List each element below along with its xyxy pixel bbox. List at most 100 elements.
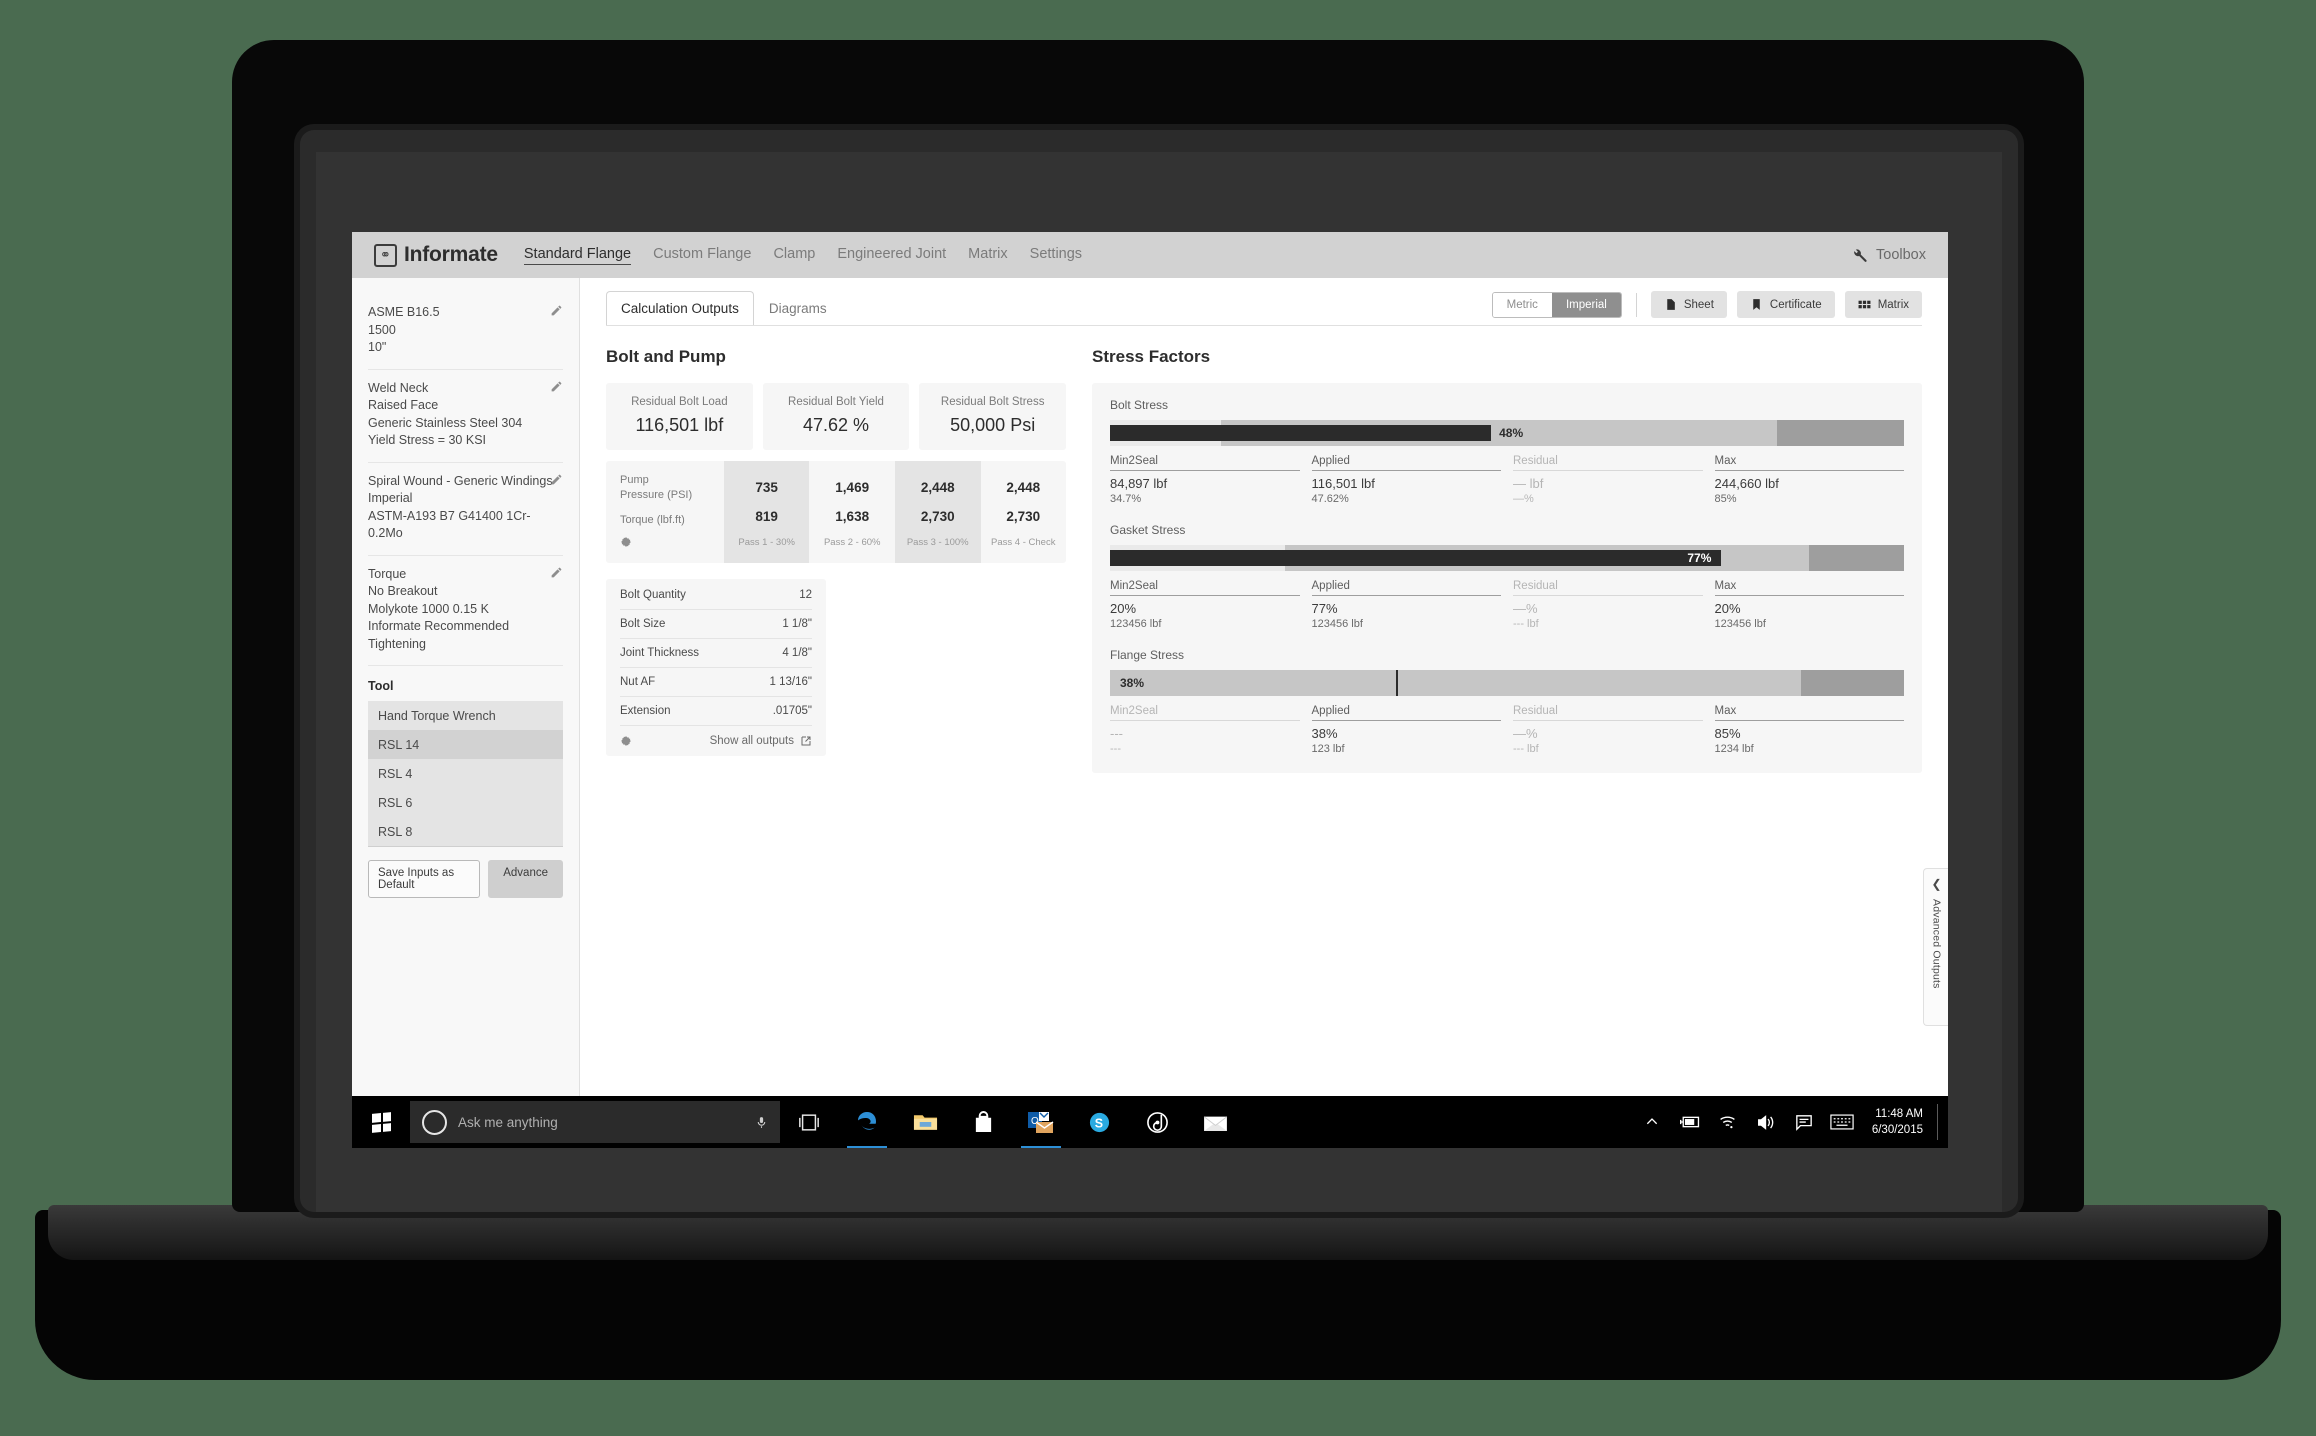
nav-item-standard-flange[interactable]: Standard Flange [524, 246, 631, 265]
taskbar-pinned-icons: O S [780, 1096, 1244, 1148]
cortana-circle-icon [422, 1110, 447, 1135]
file-explorer-icon[interactable] [896, 1096, 954, 1148]
mail-icon[interactable] [1186, 1096, 1244, 1148]
sidebar-section-torque: Torque No Breakout Molykote 1000 0.15 K … [368, 556, 563, 667]
nav-item-engineered-joint[interactable]: Engineered Joint [837, 246, 946, 264]
bar-percent-label: 38% [1120, 670, 1144, 696]
nav-item-clamp[interactable]: Clamp [773, 246, 815, 264]
output-label: Nut AF [620, 676, 655, 688]
bar-fill [1110, 425, 1491, 441]
skype-icon[interactable]: S [1070, 1096, 1128, 1148]
action-center-icon[interactable] [1785, 1096, 1823, 1148]
stress-block-name: Flange Stress [1110, 648, 1904, 662]
svg-text:S: S [1094, 1116, 1102, 1130]
unit-toggle: Metric Imperial [1492, 292, 1622, 318]
pass-torque-value: 2,730 [983, 502, 1065, 531]
advance-button[interactable]: Advance [488, 860, 563, 898]
show-hidden-icons-icon[interactable] [1633, 1096, 1671, 1148]
edge-icon[interactable] [838, 1096, 896, 1148]
nav-item-matrix[interactable]: Matrix [968, 246, 1007, 264]
output-row-bolt-size: Bolt Size 1 1/8" [620, 610, 812, 639]
kpi-label: Residual Bolt Yield [771, 396, 902, 408]
show-desktop-button[interactable] [1937, 1104, 1942, 1140]
tabs-rule [606, 325, 1922, 326]
certificate-button[interactable]: Certificate [1737, 291, 1835, 318]
wifi-icon[interactable] [1709, 1096, 1747, 1148]
edit-pencil-icon[interactable] [550, 473, 563, 486]
metric-residual: Residual —% --- lbf [1513, 580, 1703, 630]
unit-imperial-button[interactable]: Imperial [1552, 293, 1621, 317]
metric-primary: —% [1513, 721, 1703, 741]
outputs-list: Bolt Quantity 12 Bolt Size 1 1/8" Joint … [606, 579, 826, 756]
screenshot-stage: ⚭ Informate Standard Flange Custom Flang… [0, 0, 2316, 1436]
edit-pencil-icon[interactable] [550, 304, 563, 317]
kpi-value: 50,000 Psi [927, 415, 1058, 436]
edit-pencil-icon[interactable] [550, 566, 563, 579]
edit-pencil-icon[interactable] [550, 380, 563, 393]
outlook-icon[interactable]: O [1012, 1096, 1070, 1148]
top-navigation-bar: ⚭ Informate Standard Flange Custom Flang… [352, 232, 1948, 278]
output-row-bolt-quantity: Bolt Quantity 12 [620, 581, 812, 610]
kpi-residual-bolt-yield: Residual Bolt Yield 47.62 % [763, 383, 910, 450]
nav-item-settings[interactable]: Settings [1030, 246, 1082, 264]
show-all-outputs-link[interactable]: Show all outputs [710, 735, 812, 747]
nav-item-custom-flange[interactable]: Custom Flange [653, 246, 751, 264]
metric-max: Max 20% 123456 lbf [1715, 580, 1905, 630]
tool-item-hand-torque-wrench[interactable]: Hand Torque Wrench [368, 701, 563, 730]
metric-header: Min2Seal [1110, 455, 1300, 471]
tool-item-rsl-8[interactable]: RSL 8 [368, 817, 563, 846]
pass-table: Pump Pressure (PSI) Torque (lbf.ft) 735 … [606, 461, 1066, 563]
tab-calculation-outputs[interactable]: Calculation Outputs [606, 291, 754, 326]
sidebar-text: Molykote 1000 0.15 K [368, 601, 563, 619]
output-value: 4 1/8" [782, 647, 812, 659]
sheet-button[interactable]: Sheet [1651, 291, 1727, 318]
stress-metrics: Min2Seal 84,897 lbf 34.7% Applied 116,50… [1110, 455, 1904, 505]
tool-item-rsl-4[interactable]: RSL 4 [368, 759, 563, 788]
sidebar-text: Informate Recommended Tightening [368, 618, 563, 653]
search-placeholder: Ask me anything [458, 1115, 744, 1130]
task-view-icon[interactable] [780, 1096, 838, 1148]
pass-footer: Pass 4 - Check [983, 531, 1065, 548]
metric-primary: --- [1110, 721, 1300, 741]
save-inputs-as-default-button[interactable]: Save Inputs as Default [368, 860, 480, 898]
advanced-outputs-tab[interactable]: ❮ Advanced Outputs [1923, 868, 1948, 1026]
microsoft-store-icon[interactable] [954, 1096, 1012, 1148]
outputs-footer: Show all outputs [620, 726, 812, 747]
volume-icon[interactable] [1747, 1096, 1785, 1148]
bar-percent-label: 48% [1499, 420, 1523, 446]
matrix-button[interactable]: Matrix [1845, 291, 1922, 318]
gear-icon[interactable] [620, 536, 632, 548]
tab-diagrams[interactable]: Diagrams [754, 291, 842, 326]
unit-metric-button[interactable]: Metric [1493, 293, 1552, 317]
start-button[interactable] [352, 1096, 410, 1148]
battery-icon[interactable] [1671, 1096, 1709, 1148]
pass-table-row-labels: Pump Pressure (PSI) Torque (lbf.ft) [606, 461, 724, 563]
metric-primary: 85% [1715, 721, 1905, 741]
output-label: Bolt Quantity [620, 589, 686, 601]
kpi-cards: Residual Bolt Load 116,501 lbf Residual … [606, 383, 1066, 450]
metric-applied: Applied 116,501 lbf 47.62% [1312, 455, 1502, 505]
sidebar-text: Yield Stress = 30 KSI [368, 432, 563, 450]
search-input[interactable]: Ask me anything [410, 1101, 780, 1143]
gear-icon[interactable] [620, 735, 632, 747]
metric-header: Min2Seal [1110, 705, 1300, 721]
microphone-icon[interactable] [755, 1114, 768, 1131]
stress-bar: 38% [1110, 670, 1904, 696]
sidebar-section-flange-spec: ASME B16.5 1500 10" [368, 294, 563, 370]
output-value: .01705" [773, 705, 812, 717]
tool-item-rsl-6[interactable]: RSL 6 [368, 788, 563, 817]
bar-threshold-tick [1396, 670, 1398, 696]
metric-secondary: 123456 lbf [1715, 616, 1905, 630]
sidebar-text: Spiral Wound - Generic Windings [368, 473, 563, 491]
bolt-and-pump-title: Bolt and Pump [606, 347, 1066, 367]
metric-secondary: --- [1110, 741, 1300, 755]
groove-music-icon[interactable] [1128, 1096, 1186, 1148]
toolbox-button[interactable]: Toolbox [1851, 247, 1926, 264]
pass-pressure-value: 1,469 [811, 473, 893, 502]
tool-item-rsl-14[interactable]: RSL 14 [368, 730, 563, 759]
metric-header: Applied [1312, 705, 1502, 721]
touch-keyboard-icon[interactable] [1823, 1096, 1861, 1148]
stress-cards: Bolt Stress 48% [1092, 383, 1922, 773]
clock[interactable]: 11:48 AM 6/30/2015 [1861, 1106, 1937, 1138]
toolbar-divider [1636, 293, 1637, 317]
